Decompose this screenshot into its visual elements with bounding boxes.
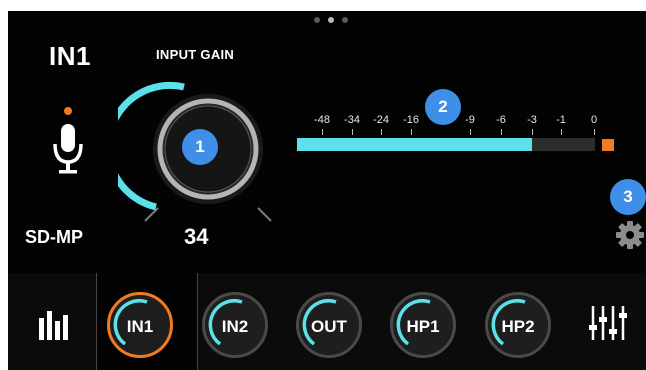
meter-tick-label: -9 xyxy=(465,114,475,126)
meter-tick-mark xyxy=(322,129,323,135)
meter-tick-label: -6 xyxy=(496,114,506,126)
peak-indicator xyxy=(602,139,614,151)
tab-label: OUT xyxy=(311,317,347,336)
meter-tick-mark xyxy=(352,129,353,135)
input-name: IN1 xyxy=(49,41,91,71)
meter-tick-label: -48 xyxy=(314,114,330,126)
meter-tick-label: -24 xyxy=(373,114,389,126)
knob-max-tick xyxy=(257,207,272,222)
tab-hp1[interactable]: HP1 xyxy=(390,292,456,358)
input-gain-label: INPUT GAIN xyxy=(156,47,235,62)
meter-tick-mark xyxy=(594,129,595,135)
tab-label: HP1 xyxy=(406,317,440,336)
tab-in1[interactable]: IN1 xyxy=(107,292,173,358)
knob-min-tick xyxy=(144,207,159,222)
mixer-sliders-icon[interactable] xyxy=(588,303,628,343)
meter-tick-mark xyxy=(411,129,412,135)
tab-label: IN1 xyxy=(126,317,154,336)
callout-badge-1: 1 xyxy=(182,129,218,165)
meter-tick-label: 0 xyxy=(590,114,598,126)
tab-in2[interactable]: IN2 xyxy=(202,292,268,358)
tab-out[interactable]: OUT xyxy=(296,292,362,358)
microphone-icon xyxy=(51,106,87,186)
tab-label: IN2 xyxy=(221,317,249,336)
level-meter-fill xyxy=(297,138,532,151)
meter-tick-label: -3 xyxy=(527,114,537,126)
meter-tick-label: -34 xyxy=(344,114,360,126)
meter-tick-mark xyxy=(381,129,382,135)
meter-tick-mark xyxy=(470,129,471,135)
callout-badge-2: 2 xyxy=(425,89,461,125)
page-dot-active[interactable] xyxy=(328,17,334,23)
page-dot[interactable] xyxy=(314,17,320,23)
meter-tick-mark xyxy=(532,129,533,135)
meter-tick-mark xyxy=(501,129,502,135)
tab-label: HP2 xyxy=(501,317,535,336)
level-bars-icon[interactable] xyxy=(38,306,72,340)
meter-tick-mark xyxy=(561,129,562,135)
device-name: SD-MP xyxy=(25,227,83,247)
callout-badge-3: 3 xyxy=(610,179,646,215)
app-screen: IN1 SD-MP INPUT GAIN 1 34 -48 -34 -24 -16 -9… xyxy=(8,11,646,370)
page-dot[interactable] xyxy=(342,17,348,23)
gear-icon[interactable] xyxy=(614,219,646,251)
meter-tick-label: -1 xyxy=(556,114,566,126)
tab-hp2[interactable]: HP2 xyxy=(485,292,551,358)
input-gain-value: 34 xyxy=(184,224,209,249)
meter-tick-label: -16 xyxy=(403,114,419,126)
